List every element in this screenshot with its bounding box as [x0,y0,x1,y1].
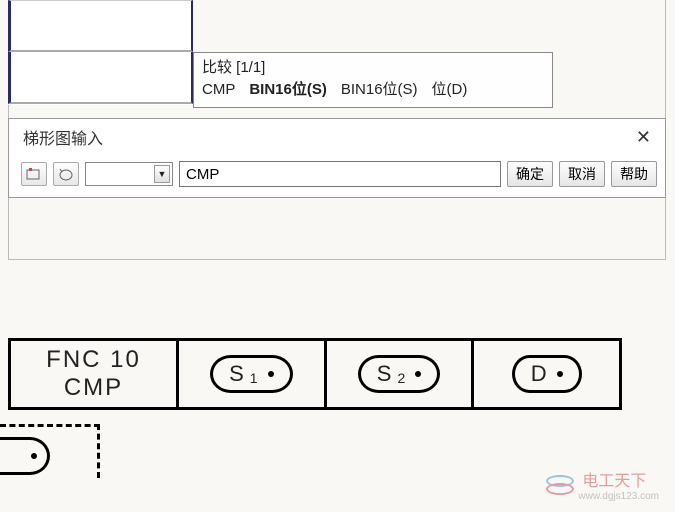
operand-cell-d: D [474,341,619,407]
watermark: 电工天下 www.dgjs123.com [546,467,659,502]
instruction-diagram: FNC 10 CMP S1 S2 D [8,338,622,410]
fnc-number: FNC 10 [46,346,141,374]
dialog-title: 梯形图输入 [23,125,103,149]
partial-operand [0,437,50,475]
ladder-row[interactable] [8,52,193,104]
ladder-row[interactable] [8,0,193,52]
instruction-fnc-cell: FNC 10 CMP [11,341,179,407]
instruction-hint-tooltip: 比较 [1/1] CMP BIN16位(S) BIN16位(S) 位(D) [193,52,553,108]
ladder-input-dialog: 梯形图输入 ✕ ▼ 确定 取消 帮助 [8,118,666,198]
element-type-combo[interactable]: ▼ [85,162,173,186]
partial-diagram [0,424,100,478]
tooltip-arg2: BIN16位(S) [341,79,418,101]
watermark-url: www.dgjs123.com [578,491,659,502]
tool-button-2[interactable] [53,162,79,186]
watermark-text: 电工天下 [582,467,659,491]
operand-cell-s1: S1 [179,341,327,407]
cancel-button[interactable]: 取消 [559,161,605,187]
chevron-down-icon[interactable]: ▼ [154,165,170,183]
tooltip-cmd: CMP [202,79,235,101]
ladder-grid[interactable] [8,0,193,105]
tooltip-arg1: BIN16位(S) [249,79,327,101]
close-icon[interactable]: ✕ [632,127,655,148]
ok-button[interactable]: 确定 [507,161,553,187]
instruction-input[interactable] [179,161,501,187]
tool-button-1[interactable] [21,162,47,186]
tooltip-arg3: 位(D) [432,79,468,101]
fnc-name: CMP [64,374,123,402]
operand-s2: S2 [358,355,440,393]
operand-cell-s2: S2 [327,341,475,407]
watermark-logo-icon [546,475,574,495]
operand-s1: S1 [210,355,292,393]
help-button[interactable]: 帮助 [611,161,657,187]
operand-d: D [512,355,582,393]
tooltip-title: 比较 [1/1] [202,57,544,79]
